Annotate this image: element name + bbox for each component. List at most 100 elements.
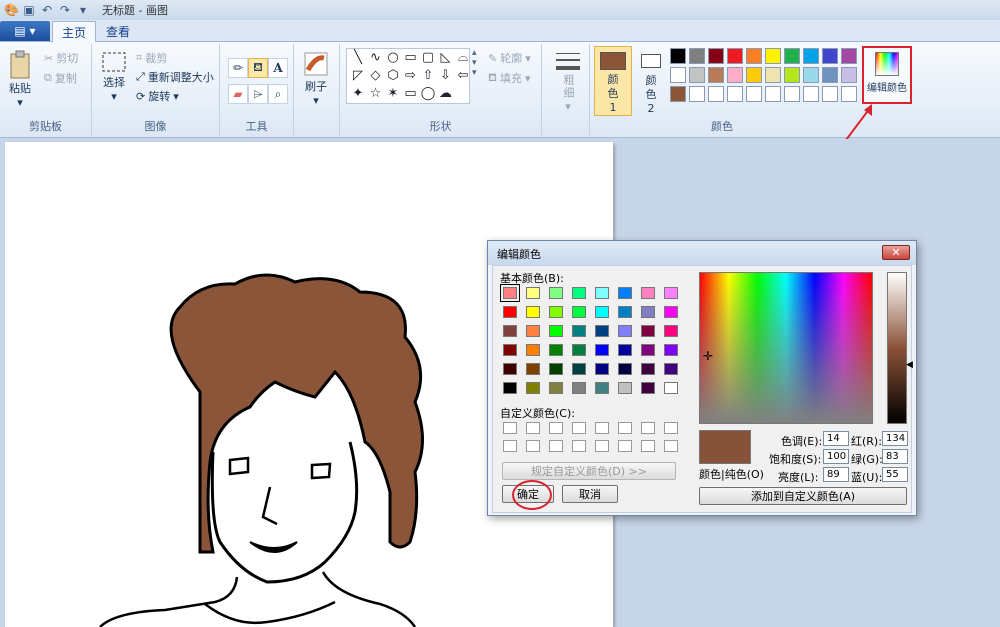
palette-swatch[interactable] [727, 48, 743, 64]
basic-color-swatch[interactable] [664, 325, 678, 337]
color2-button[interactable]: 颜色 2 [636, 46, 666, 116]
outline-button[interactable]: ✎ 轮廓 ▾ [488, 50, 531, 66]
palette-swatch[interactable] [727, 86, 743, 102]
custom-color-swatch[interactable] [664, 422, 678, 434]
palette-swatch[interactable] [708, 67, 724, 83]
basic-color-swatch[interactable] [618, 306, 632, 318]
luminance-arrow-icon[interactable]: ◀ [906, 360, 913, 370]
tab-home[interactable]: 主页 [52, 21, 96, 42]
shape-item[interactable]: ◸ [349, 68, 367, 84]
palette-swatch[interactable] [822, 48, 838, 64]
basic-color-swatch[interactable] [641, 382, 655, 394]
eraser-icon[interactable]: ▰ [228, 84, 248, 104]
palette-swatch[interactable] [822, 67, 838, 83]
basic-color-swatch[interactable] [526, 363, 540, 375]
basic-color-swatch[interactable] [526, 306, 540, 318]
redo-icon[interactable]: ↷ [58, 3, 72, 17]
palette-swatch[interactable] [784, 86, 800, 102]
close-icon[interactable]: ✕ [882, 245, 910, 260]
basic-color-swatch[interactable] [549, 382, 563, 394]
basic-color-swatch[interactable] [549, 306, 563, 318]
custom-color-swatch[interactable] [526, 440, 540, 452]
basic-color-swatch[interactable] [595, 344, 609, 356]
palette-swatch[interactable] [822, 86, 838, 102]
basic-color-swatch[interactable] [641, 287, 655, 299]
basic-color-swatch[interactable] [664, 363, 678, 375]
custom-color-swatch[interactable] [595, 422, 609, 434]
basic-color-swatch[interactable] [500, 284, 520, 302]
basic-color-swatch[interactable] [664, 287, 678, 299]
basic-color-swatch[interactable] [572, 382, 586, 394]
shape-item[interactable]: ○ [384, 50, 402, 66]
basic-color-swatch[interactable] [503, 382, 517, 394]
shape-item[interactable]: ☁ [437, 86, 455, 102]
basic-color-swatch[interactable] [572, 306, 586, 318]
basic-color-swatch[interactable] [595, 306, 609, 318]
custom-color-swatch[interactable] [549, 422, 563, 434]
color-spectrum[interactable] [699, 272, 873, 424]
cut-button[interactable]: ✂ 剪切 [44, 50, 78, 66]
color-picker-icon[interactable]: ⌲ [248, 84, 268, 104]
blue-input[interactable]: 55 [882, 467, 908, 482]
palette-swatch[interactable] [708, 48, 724, 64]
basic-color-swatch[interactable] [549, 363, 563, 375]
basic-color-swatch[interactable] [572, 363, 586, 375]
save-icon[interactable]: ▣ [22, 3, 36, 17]
cancel-button[interactable]: 取消 [562, 485, 618, 503]
shape-item[interactable]: ◺ [437, 50, 455, 66]
fill-button[interactable]: ⛾ 填充 ▾ [488, 70, 531, 86]
basic-color-swatch[interactable] [549, 325, 563, 337]
shape-item[interactable]: ☆ [367, 86, 385, 102]
shape-item[interactable]: ⇨ [402, 68, 420, 84]
sat-input[interactable]: 100 [823, 449, 849, 464]
basic-color-swatch[interactable] [549, 287, 563, 299]
basic-color-swatch[interactable] [595, 325, 609, 337]
basic-color-swatch[interactable] [595, 363, 609, 375]
undo-icon[interactable]: ↶ [40, 3, 54, 17]
basic-color-swatch[interactable] [618, 363, 632, 375]
size-button[interactable]: 粗细 ▾ [552, 50, 584, 113]
basic-color-swatch[interactable] [664, 344, 678, 356]
palette-swatch[interactable] [746, 67, 762, 83]
basic-color-swatch[interactable] [595, 287, 609, 299]
shape-item[interactable]: ▭ [402, 50, 420, 66]
custom-color-swatch[interactable] [641, 440, 655, 452]
custom-color-swatch[interactable] [641, 422, 655, 434]
basic-color-swatch[interactable] [618, 382, 632, 394]
shape-item[interactable]: ╲ [349, 50, 367, 66]
palette-swatch[interactable] [689, 48, 705, 64]
ok-button[interactable]: 确定 [502, 485, 554, 503]
basic-color-swatch[interactable] [641, 363, 655, 375]
palette-swatch[interactable] [689, 86, 705, 102]
magnifier-icon[interactable]: ⌕ [268, 84, 288, 104]
palette-swatch[interactable] [803, 67, 819, 83]
palette-swatch[interactable] [841, 86, 857, 102]
basic-color-swatch[interactable] [641, 306, 655, 318]
palette-swatch[interactable] [670, 48, 686, 64]
shape-item[interactable]: ⬡ [384, 68, 402, 84]
basic-color-swatch[interactable] [572, 325, 586, 337]
crop-button[interactable]: ⌗ 裁剪 [136, 50, 167, 66]
tab-view[interactable]: 查看 [98, 21, 138, 42]
custom-color-swatch[interactable] [526, 422, 540, 434]
paste-button[interactable]: 粘贴 ▾ [8, 50, 32, 109]
basic-color-swatch[interactable] [664, 306, 678, 318]
custom-color-swatch[interactable] [595, 440, 609, 452]
custom-color-swatch[interactable] [503, 440, 517, 452]
shape-item[interactable]: ⌓ [454, 50, 472, 66]
custom-color-swatch[interactable] [572, 422, 586, 434]
shape-item[interactable]: ✦ [349, 86, 367, 102]
rotate-button[interactable]: ⟳ 旋转 ▾ [136, 88, 179, 104]
customize-quick-access-icon[interactable]: ▾ [76, 3, 90, 17]
basic-color-swatch[interactable] [503, 325, 517, 337]
palette-swatch[interactable] [746, 48, 762, 64]
fill-bucket-icon[interactable]: ⛾ [248, 58, 268, 78]
palette-swatch[interactable] [670, 67, 686, 83]
shape-item[interactable]: ▢ [419, 50, 437, 66]
resize-button[interactable]: ⤢ 重新调整大小 [136, 69, 214, 85]
luminance-slider[interactable] [887, 272, 907, 424]
palette-swatch[interactable] [784, 48, 800, 64]
shape-item[interactable]: ∿ [367, 50, 385, 66]
green-input[interactable]: 83 [882, 449, 908, 464]
basic-color-swatch[interactable] [595, 382, 609, 394]
